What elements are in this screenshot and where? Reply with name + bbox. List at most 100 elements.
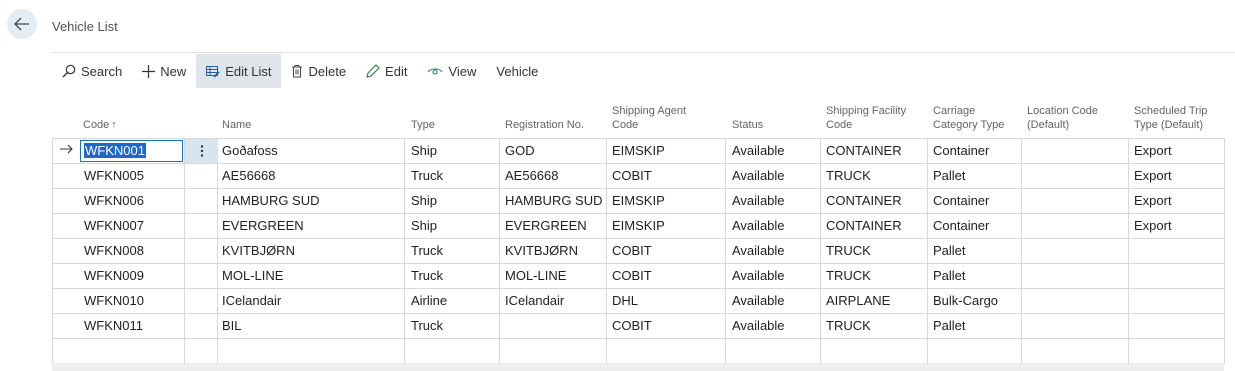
cell-type[interactable]: Ship bbox=[411, 193, 437, 208]
edit-button[interactable]: Edit bbox=[356, 54, 417, 88]
column-divider bbox=[927, 138, 928, 363]
search-button[interactable]: Search bbox=[52, 54, 132, 88]
cell-reg[interactable]: GOD bbox=[505, 143, 535, 158]
cell-trip[interactable]: Export bbox=[1134, 168, 1172, 183]
header-shipping-facility[interactable]: Shipping Facility Code bbox=[826, 104, 906, 132]
plus-icon bbox=[142, 64, 156, 78]
cell-reg[interactable]: ICelandair bbox=[505, 293, 564, 308]
header-code[interactable]: Code ↑ bbox=[83, 118, 117, 132]
cell-carriage[interactable]: Container bbox=[933, 193, 989, 208]
cell-trip[interactable]: Export bbox=[1134, 193, 1172, 208]
cell-carriage[interactable]: Pallet bbox=[933, 268, 966, 283]
cell-status[interactable]: Available bbox=[732, 168, 785, 183]
cell-agent[interactable]: EIMSKIP bbox=[612, 218, 665, 233]
cell-code[interactable]: WFKN005 bbox=[84, 168, 144, 183]
cell-code[interactable]: WFKN010 bbox=[84, 293, 144, 308]
cell-name[interactable]: Goðafoss bbox=[222, 143, 278, 158]
back-button[interactable] bbox=[7, 9, 37, 39]
cell-facility[interactable]: TRUCK bbox=[826, 243, 871, 258]
cell-agent[interactable]: COBIT bbox=[612, 243, 652, 258]
cell-agent[interactable]: DHL bbox=[612, 293, 638, 308]
page-title: Vehicle List bbox=[52, 19, 118, 34]
cell-type[interactable]: Truck bbox=[411, 243, 443, 258]
cell-name[interactable]: AE56668 bbox=[222, 168, 276, 183]
cell-name[interactable]: HAMBURG SUD bbox=[222, 193, 320, 208]
cell-type[interactable]: Ship bbox=[411, 143, 437, 158]
cell-type[interactable]: Ship bbox=[411, 218, 437, 233]
cell-facility[interactable]: CONTAINER bbox=[826, 218, 902, 233]
row-actions-button[interactable] bbox=[185, 139, 218, 163]
edit-list-button[interactable]: Edit List bbox=[196, 54, 282, 88]
cell-agent[interactable]: COBIT bbox=[612, 268, 652, 283]
cell-trip[interactable]: Export bbox=[1134, 218, 1172, 233]
cell-agent[interactable]: EIMSKIP bbox=[612, 193, 665, 208]
vehicle-menu-button[interactable]: Vehicle bbox=[486, 54, 548, 88]
cell-status[interactable]: Available bbox=[732, 243, 785, 258]
cell-carriage[interactable]: Container bbox=[933, 218, 989, 233]
cell-agent[interactable]: EIMSKIP bbox=[612, 143, 665, 158]
cell-reg[interactable]: KVITBJØRN bbox=[505, 243, 578, 258]
cell-carriage[interactable]: Pallet bbox=[933, 243, 966, 258]
edit-list-label: Edit List bbox=[225, 63, 272, 79]
horizontal-scrollbar[interactable] bbox=[52, 363, 1224, 371]
header-shipping-agent[interactable]: Shipping Agent Code bbox=[612, 104, 686, 132]
delete-button[interactable]: Delete bbox=[281, 54, 356, 88]
cell-facility[interactable]: CONTAINER bbox=[826, 193, 902, 208]
cell-agent[interactable]: COBIT bbox=[612, 168, 652, 183]
cell-status[interactable]: Available bbox=[732, 293, 785, 308]
cell-status[interactable]: Available bbox=[732, 268, 785, 283]
cell-name[interactable]: BIL bbox=[222, 318, 242, 333]
cell-facility[interactable]: CONTAINER bbox=[826, 143, 902, 158]
cell-facility[interactable]: TRUCK bbox=[826, 318, 871, 333]
column-divider bbox=[217, 138, 218, 363]
cell-name[interactable]: MOL-LINE bbox=[222, 268, 283, 283]
cell-code[interactable]: WFKN007 bbox=[84, 218, 144, 233]
cell-name[interactable]: ICelandair bbox=[222, 293, 281, 308]
cell-code[interactable]: WFKN011 bbox=[84, 318, 143, 333]
cell-reg[interactable]: AE56668 bbox=[505, 168, 559, 183]
header-location-code[interactable]: Location Code (Default) bbox=[1027, 104, 1098, 132]
cell-carriage[interactable]: Bulk-Cargo bbox=[933, 293, 998, 308]
header-registration[interactable]: Registration No. bbox=[505, 118, 584, 132]
cell-reg[interactable]: HAMBURG SUD bbox=[505, 193, 603, 208]
new-button[interactable]: New bbox=[132, 54, 196, 88]
cell-name[interactable]: KVITBJØRN bbox=[222, 243, 295, 258]
cell-code[interactable]: WFKN009 bbox=[84, 268, 144, 283]
cell-carriage[interactable]: Pallet bbox=[933, 318, 966, 333]
header-name[interactable]: Name bbox=[222, 118, 251, 132]
empty-new-row[interactable] bbox=[52, 339, 1225, 364]
column-divider bbox=[1021, 138, 1022, 363]
cell-reg[interactable]: MOL-LINE bbox=[505, 268, 566, 283]
more-vertical-icon bbox=[200, 145, 203, 157]
cell-code[interactable]: WFKN006 bbox=[84, 193, 144, 208]
cell-type[interactable]: Truck bbox=[411, 168, 443, 183]
cell-type[interactable]: Truck bbox=[411, 318, 443, 333]
cell-status[interactable]: Available bbox=[732, 193, 785, 208]
cell-facility[interactable]: TRUCK bbox=[826, 268, 871, 283]
cell-agent[interactable]: COBIT bbox=[612, 318, 652, 333]
header-location-line1: Location Code bbox=[1027, 105, 1098, 117]
cell-reg[interactable]: EVERGREEN bbox=[505, 218, 587, 233]
header-status[interactable]: Status bbox=[732, 118, 763, 132]
cell-facility[interactable]: AIRPLANE bbox=[826, 293, 890, 308]
header-code-label: Code bbox=[83, 119, 110, 131]
cell-type[interactable]: Truck bbox=[411, 268, 443, 283]
header-trip-line2: Type (Default) bbox=[1134, 119, 1204, 131]
cell-trip[interactable]: Export bbox=[1134, 143, 1172, 158]
action-bar: Search New Edit List Delete Edit View Ve… bbox=[52, 54, 548, 88]
cell-name[interactable]: EVERGREEN bbox=[222, 218, 304, 233]
header-carriage-category[interactable]: Carriage Category Type bbox=[933, 104, 1004, 132]
cell-facility[interactable]: TRUCK bbox=[826, 168, 871, 183]
view-button[interactable]: View bbox=[417, 54, 486, 88]
cell-type[interactable]: Airline bbox=[411, 293, 447, 308]
cell-status[interactable]: Available bbox=[732, 218, 785, 233]
header-shipping-facility-line2: Code bbox=[826, 119, 853, 131]
cell-status[interactable]: Available bbox=[732, 318, 785, 333]
header-scheduled-trip[interactable]: Scheduled Trip Type (Default) bbox=[1134, 104, 1207, 132]
cell-code[interactable]: WFKN001 bbox=[84, 143, 146, 158]
cell-status[interactable]: Available bbox=[732, 143, 785, 158]
cell-code[interactable]: WFKN008 bbox=[84, 243, 144, 258]
cell-carriage[interactable]: Pallet bbox=[933, 168, 966, 183]
cell-carriage[interactable]: Container bbox=[933, 143, 989, 158]
header-type[interactable]: Type bbox=[411, 118, 435, 132]
